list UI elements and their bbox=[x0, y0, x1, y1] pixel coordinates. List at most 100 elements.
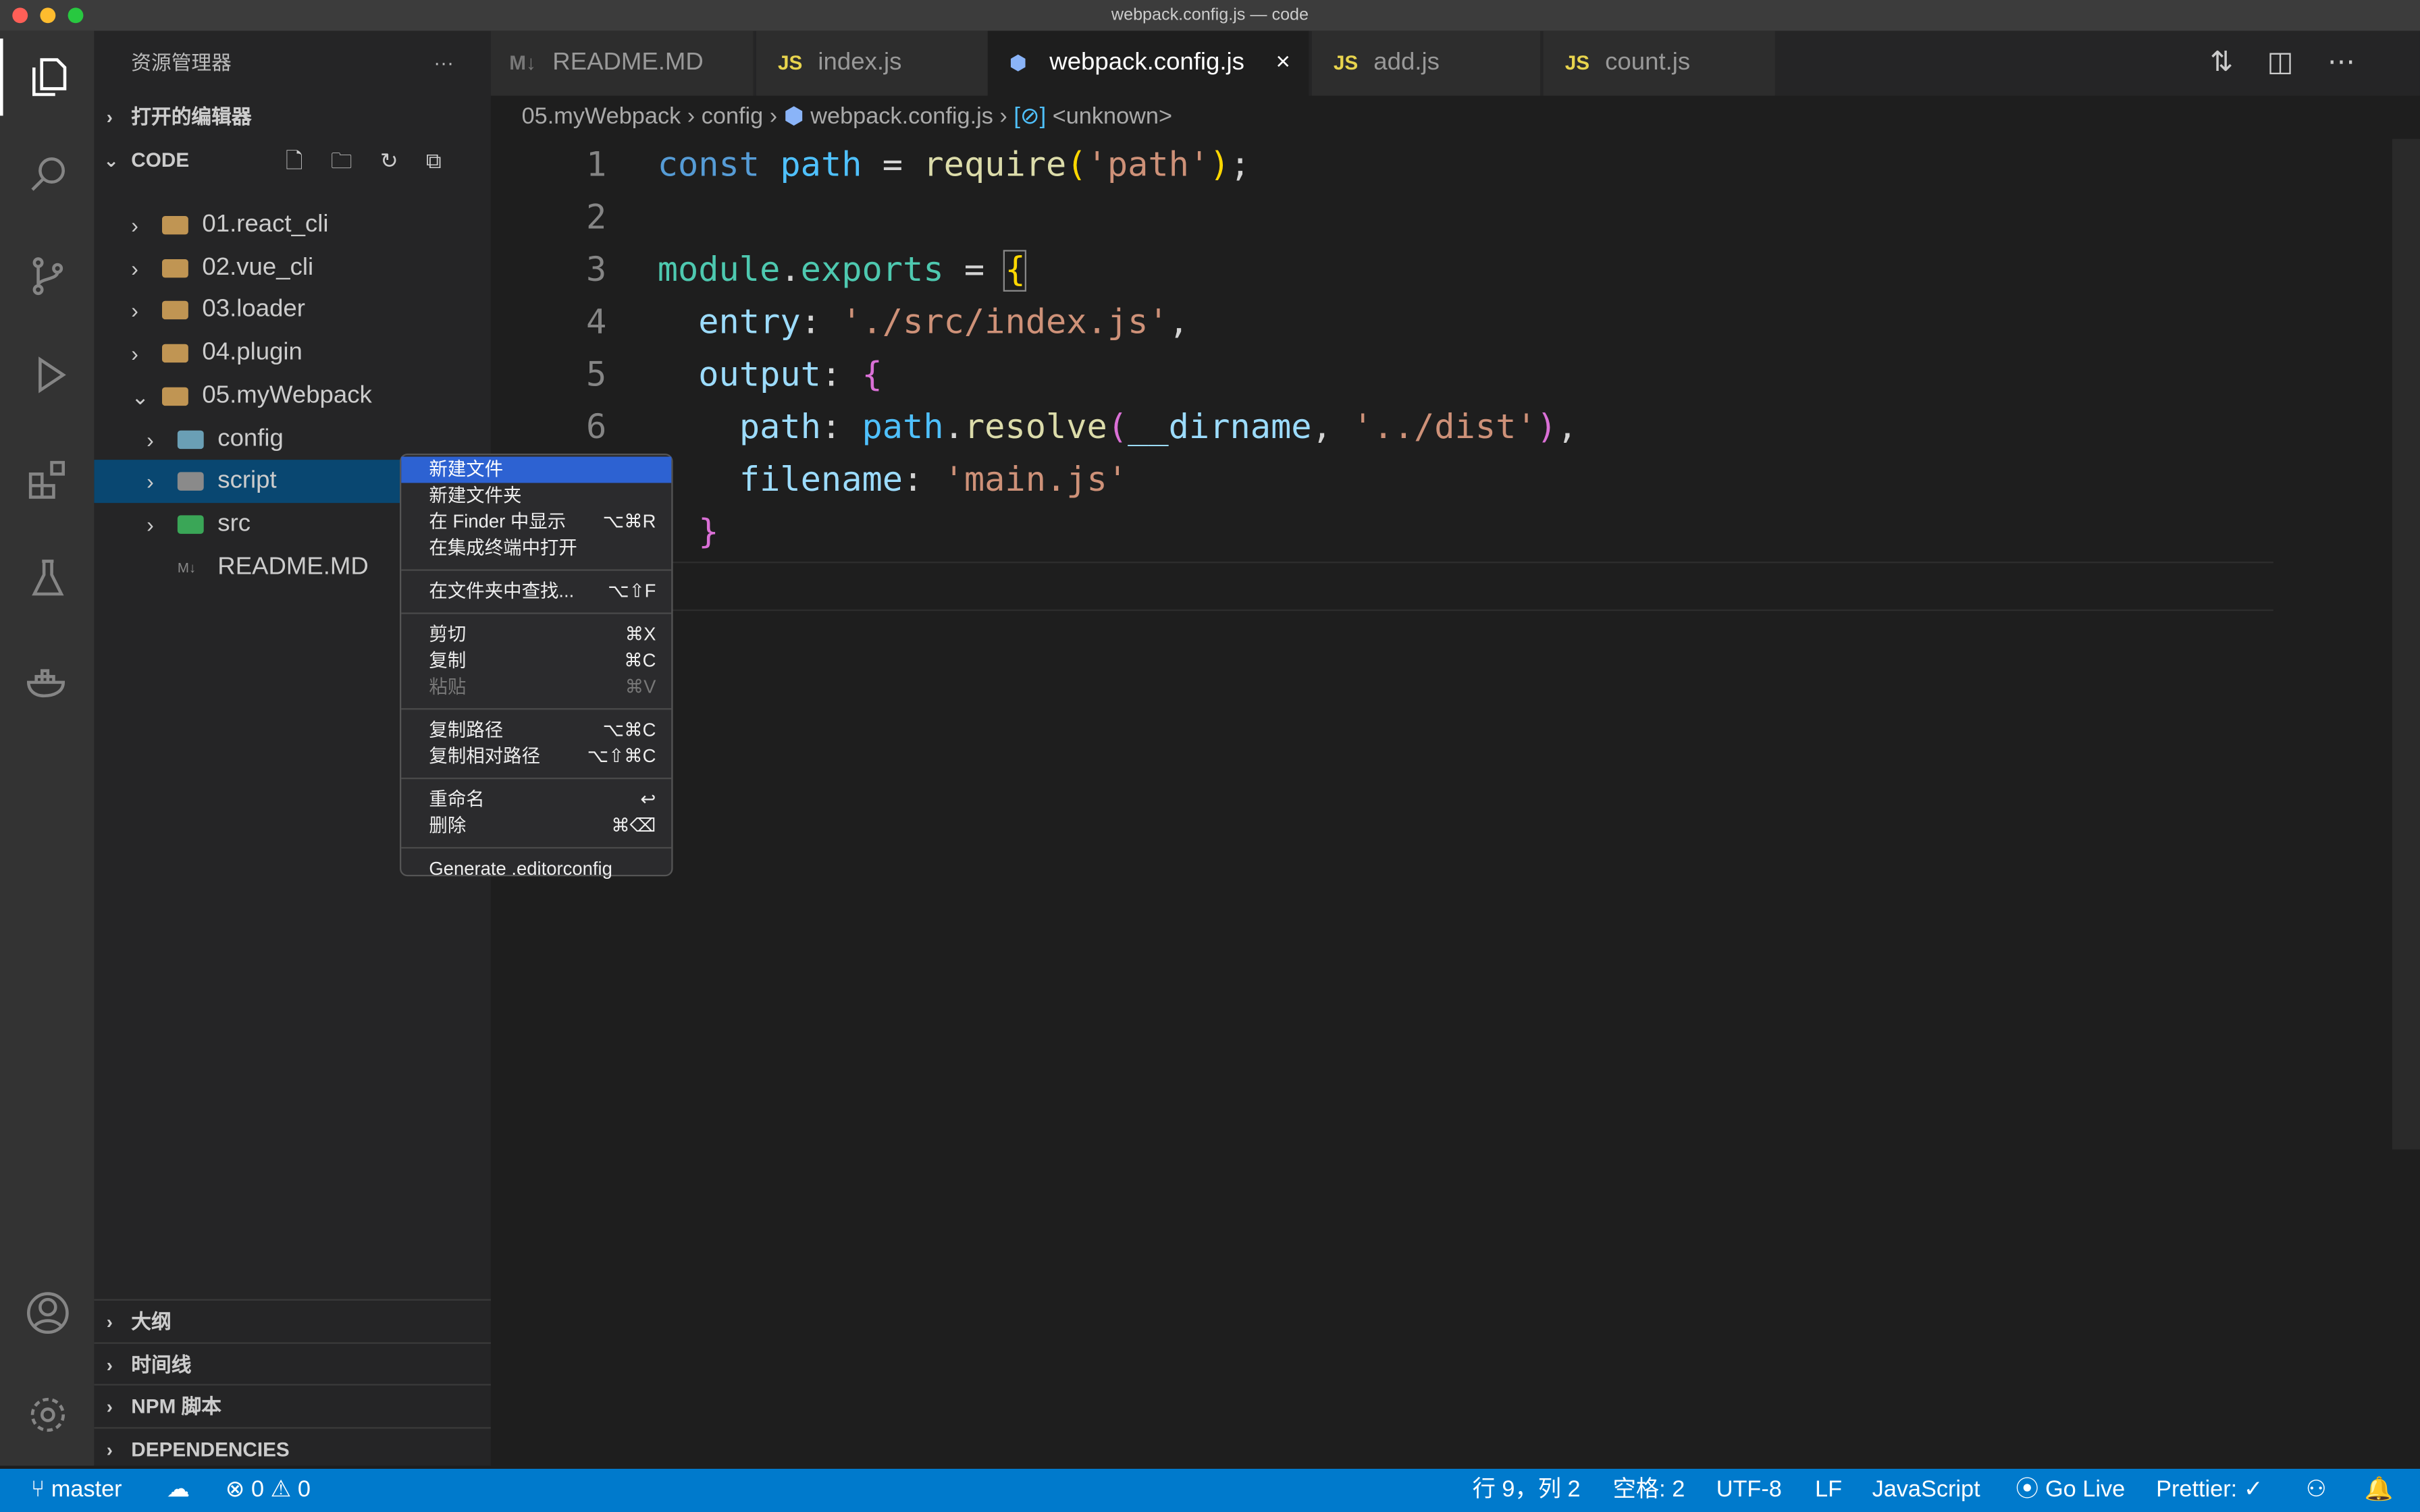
webpack-icon: ⬢ bbox=[1009, 51, 1027, 74]
folder-icon bbox=[177, 429, 204, 448]
problems-button[interactable]: ⊗ 0 ⚠ 0 bbox=[226, 1469, 311, 1512]
breadcrumb-item[interactable]: config bbox=[702, 103, 763, 130]
menu-item-label: Generate .editorconfig bbox=[429, 857, 612, 880]
tree-item-label: README.MD bbox=[217, 553, 369, 580]
menu-separator bbox=[401, 708, 672, 710]
breadcrumb-item[interactable]: <unknown> bbox=[1053, 103, 1172, 130]
tab-readme[interactable]: M↓ README.MD bbox=[490, 30, 754, 96]
open-editors-section[interactable]: › 打开的编辑器 bbox=[94, 96, 490, 139]
compare-changes-icon[interactable]: ⇅ bbox=[2210, 47, 2267, 78]
tab-index-js[interactable]: JS index.js bbox=[756, 30, 988, 96]
close-window-button[interactable] bbox=[12, 7, 28, 24]
code-line: output: { bbox=[698, 356, 883, 396]
extensions-icon[interactable] bbox=[0, 441, 94, 518]
feedback-icon[interactable]: ⚇ bbox=[2306, 1469, 2327, 1512]
menu-item[interactable]: 复制 ⌘C bbox=[401, 648, 671, 674]
minimize-window-button[interactable] bbox=[40, 7, 56, 24]
sync-icon[interactable]: ☁ bbox=[167, 1469, 190, 1512]
npm-scripts-section[interactable]: › NPM 脚本 bbox=[94, 1384, 491, 1427]
menu-item[interactable]: 重命名 ↩ bbox=[401, 787, 671, 813]
folder-icon bbox=[161, 344, 188, 363]
menu-item-label: 删除 bbox=[429, 814, 467, 836]
go-live-button[interactable]: ⦿ Go Live bbox=[2016, 1469, 2125, 1512]
cursor-position[interactable]: 行 9，列 2 bbox=[1473, 1469, 1581, 1512]
menu-item[interactable]: 剪切 ⌘X bbox=[401, 622, 671, 648]
menu-item-label: 复制路径 bbox=[429, 719, 504, 741]
language-mode[interactable]: JavaScript bbox=[1872, 1469, 1980, 1512]
dependencies-section[interactable]: › DEPENDENCIES bbox=[94, 1427, 491, 1470]
more-actions-button[interactable]: ··· bbox=[433, 31, 454, 96]
menu-item[interactable]: Generate .editorconfig bbox=[401, 857, 671, 883]
tree-item[interactable]: › 01.react_cli bbox=[94, 204, 490, 247]
tree-item[interactable]: › 03.loader bbox=[94, 289, 490, 332]
menu-item[interactable]: 新建文件 bbox=[401, 456, 672, 483]
source-control-icon[interactable] bbox=[0, 238, 94, 315]
branch-label: master bbox=[51, 1476, 122, 1503]
testing-icon[interactable] bbox=[0, 540, 94, 617]
workspace-section[interactable]: ⌄ CODE 🗋🗀↻⧉ bbox=[94, 139, 490, 182]
outline-section[interactable]: › 大纲 bbox=[94, 1299, 491, 1343]
menu-item-shortcut: ↩ bbox=[640, 788, 656, 810]
branch-button[interactable]: ⑂ master bbox=[31, 1469, 122, 1512]
menu-item-label: 剪切 bbox=[429, 623, 467, 645]
folder-icon bbox=[161, 215, 188, 235]
explorer-icon[interactable] bbox=[0, 38, 94, 116]
run-debug-icon[interactable] bbox=[0, 336, 94, 413]
folder-icon bbox=[161, 387, 188, 406]
markdown-icon: M↓ bbox=[177, 559, 196, 575]
chevron-right-icon: › bbox=[147, 469, 154, 494]
tree-item[interactable]: ⌄ 05.myWebpack bbox=[94, 375, 490, 418]
tree-item-label: 03.loader bbox=[202, 296, 305, 323]
menu-item[interactable]: 新建文件夹 bbox=[401, 483, 671, 509]
search-icon[interactable] bbox=[0, 136, 94, 213]
refresh-icon[interactable]: ↻ bbox=[380, 148, 426, 173]
section-label: 大纲 bbox=[131, 1310, 172, 1333]
menu-item[interactable]: 复制相对路径 ⌥⇧⌘C bbox=[401, 744, 671, 770]
breadcrumb-item[interactable]: 05.myWebpack bbox=[522, 103, 681, 130]
more-actions-icon[interactable]: ⋯ bbox=[2327, 47, 2389, 78]
menu-item[interactable]: 在 Finder 中显示 ⌥⌘R bbox=[401, 509, 671, 535]
menu-item[interactable]: 在文件夹中查找... ⌥⇧F bbox=[401, 578, 671, 605]
tab-label: add.js bbox=[1373, 49, 1440, 76]
tree-item-label: config bbox=[217, 425, 284, 452]
menu-item[interactable]: 复制路径 ⌥⌘C bbox=[401, 718, 671, 744]
line-number: 3 bbox=[585, 251, 607, 290]
tree-item-label: 04.plugin bbox=[202, 340, 302, 366]
tree-item[interactable]: › 04.plugin bbox=[94, 332, 490, 375]
line-ending[interactable]: LF bbox=[1815, 1469, 1842, 1512]
menu-item[interactable]: 删除 ⌘⌫ bbox=[401, 813, 671, 840]
menu-item-shortcut: ⌥⌘R bbox=[602, 510, 656, 533]
docker-icon[interactable] bbox=[0, 642, 94, 719]
new-folder-icon[interactable]: 🗀 bbox=[331, 148, 380, 173]
timeline-section[interactable]: › 时间线 bbox=[94, 1342, 491, 1386]
editor-scrollbar[interactable] bbox=[2392, 138, 2420, 1150]
menu-item-label: 复制相对路径 bbox=[429, 745, 541, 767]
tab-count-js[interactable]: JS count.js bbox=[1543, 30, 1775, 96]
breadcrumb-item[interactable]: webpack.config.js bbox=[810, 103, 993, 130]
workspace-label: CODE bbox=[131, 148, 190, 171]
menu-separator bbox=[401, 777, 672, 780]
encoding[interactable]: UTF-8 bbox=[1716, 1469, 1782, 1512]
tree-item-label: 05.myWebpack bbox=[202, 382, 372, 409]
prettier-status[interactable]: Prettier: ✓ bbox=[2156, 1469, 2263, 1512]
tab-webpack-config[interactable]: ⬢ webpack.config.js × bbox=[987, 30, 1309, 96]
menu-item-label: 粘贴 bbox=[429, 676, 467, 698]
new-file-icon[interactable]: 🗋 bbox=[286, 148, 331, 173]
menu-item-label: 在文件夹中查找... bbox=[429, 580, 575, 602]
notifications-bell-icon[interactable]: 🔔 bbox=[2365, 1469, 2394, 1512]
breadcrumb: 05.myWebpack › config › ⬢ webpack.config… bbox=[521, 103, 1173, 130]
settings-gear-icon[interactable] bbox=[0, 1376, 94, 1453]
menu-item[interactable]: 粘贴 ⌘V bbox=[401, 674, 671, 701]
account-icon[interactable] bbox=[0, 1274, 94, 1351]
line-number: 4 bbox=[585, 304, 607, 343]
close-tab-icon[interactable]: × bbox=[1275, 31, 1290, 96]
zoom-window-button[interactable] bbox=[68, 7, 84, 24]
collapse-all-icon[interactable]: ⧉ bbox=[426, 148, 469, 173]
split-editor-icon[interactable]: ◫ bbox=[2267, 47, 2327, 78]
tab-add-js[interactable]: JS add.js bbox=[1311, 30, 1541, 96]
menu-item[interactable]: 在集成终端中打开 bbox=[401, 535, 671, 562]
tree-item[interactable]: › 02.vue_cli bbox=[94, 246, 490, 290]
code-line: const path = require('path'); bbox=[657, 146, 1251, 186]
code-line: filename: 'main.js' bbox=[739, 461, 1128, 500]
indentation[interactable]: 空格: 2 bbox=[1613, 1469, 1685, 1512]
